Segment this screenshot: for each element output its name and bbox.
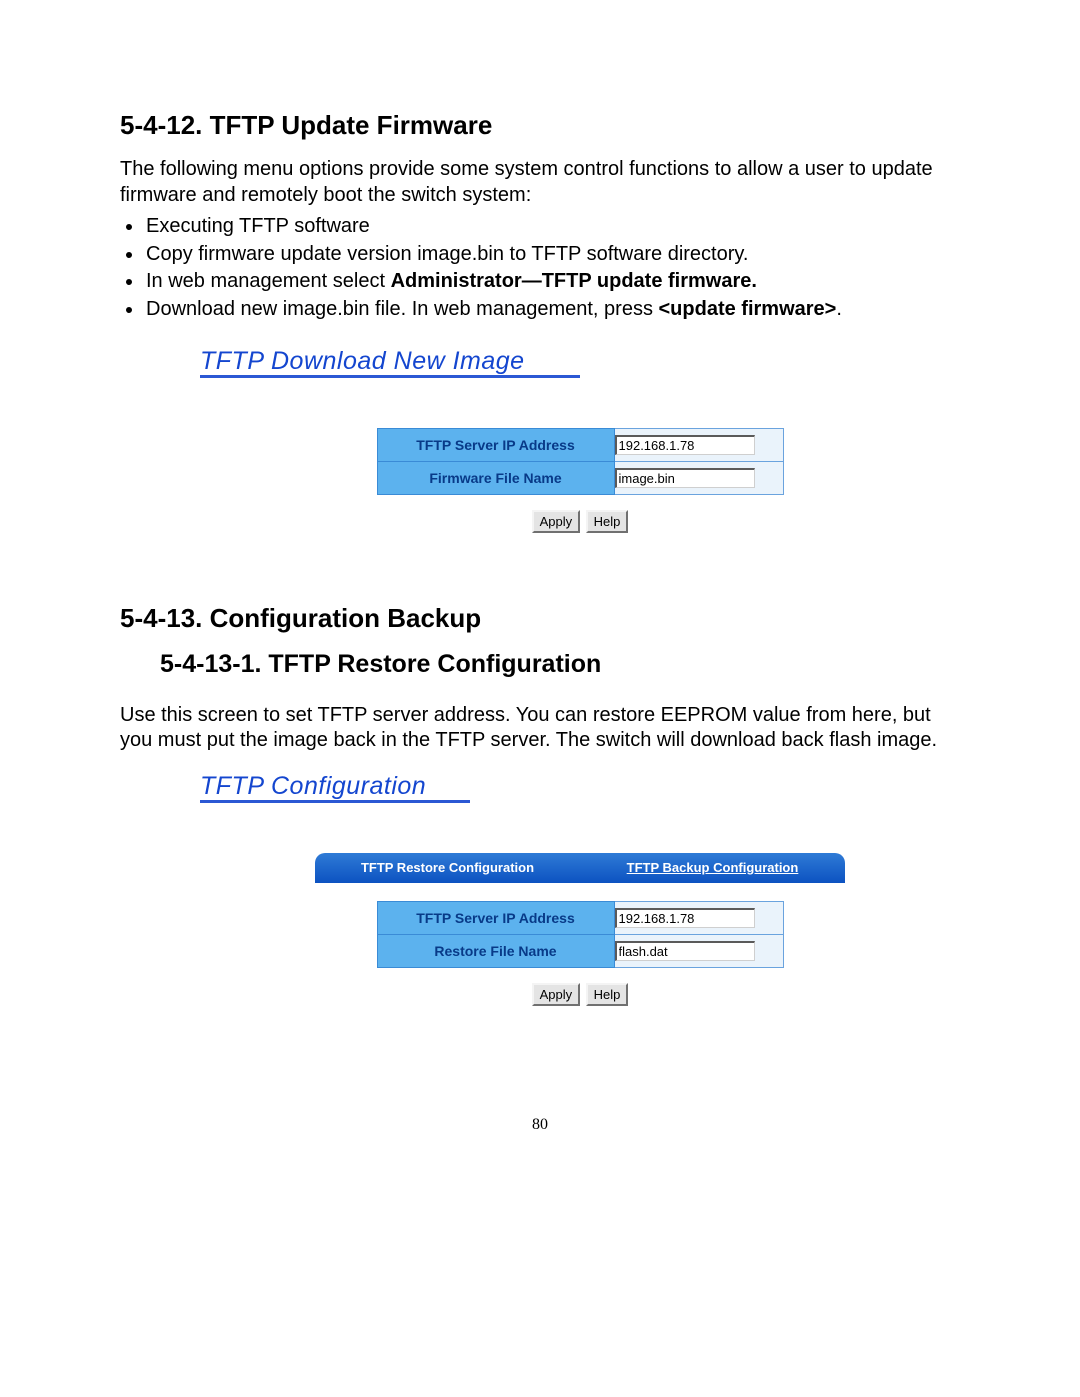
tftp-download-panel: TFTP Download New Image TFTP Server IP A… [200, 347, 960, 533]
tftp-download-form: TFTP Server IP Address Firmware File Nam… [377, 428, 784, 495]
bullet-item: Download new image.bin file. In web mana… [144, 297, 960, 323]
bullet-item: In web management select Administrator—T… [144, 269, 960, 295]
input-firmware-file[interactable] [615, 468, 755, 488]
help-button[interactable]: Help [586, 983, 629, 1006]
title-rule [200, 800, 470, 803]
apply-button[interactable]: Apply [532, 983, 581, 1006]
bullet-item: Copy firmware update version image.bin t… [144, 242, 960, 268]
tab-backup[interactable]: TFTP Backup Configuration [580, 853, 845, 883]
panel-title: TFTP Download New Image [200, 347, 525, 378]
bullet-strong: <update firmware> [659, 298, 837, 320]
input-server-ip[interactable] [615, 908, 755, 928]
label-restore-file: Restore File Name [377, 934, 614, 967]
page-number: 80 [120, 1116, 960, 1134]
heading-5-4-12: 5-4-12. TFTP Update Firmware [120, 110, 960, 141]
cell-firmware-file [614, 461, 783, 494]
label-server-ip: TFTP Server IP Address [377, 428, 614, 461]
tftp-restore-form: TFTP Server IP Address Restore File Name [377, 901, 784, 968]
input-restore-file[interactable] [615, 941, 755, 961]
section1-intro: The following menu options provide some … [120, 157, 960, 208]
help-button[interactable]: Help [586, 510, 629, 533]
cell-server-ip [614, 901, 783, 934]
input-server-ip[interactable] [615, 435, 755, 455]
tftp-config-panel: TFTP Configuration TFTP Restore Configur… [200, 772, 960, 1006]
panel-title: TFTP Configuration [200, 772, 426, 803]
section1-bullets: Executing TFTP software Copy firmware up… [144, 214, 960, 322]
tab-restore[interactable]: TFTP Restore Configuration [315, 853, 580, 883]
bullet-text: . [836, 298, 842, 320]
bullet-text: In web management select [146, 270, 391, 292]
heading-5-4-13: 5-4-13. Configuration Backup [120, 603, 960, 634]
apply-button[interactable]: Apply [532, 510, 581, 533]
title-rule [200, 375, 580, 378]
config-tabs: TFTP Restore Configuration TFTP Backup C… [315, 853, 845, 883]
cell-restore-file [614, 934, 783, 967]
label-firmware-file: Firmware File Name [377, 461, 614, 494]
heading-5-4-13-1: 5-4-13-1. TFTP Restore Configuration [160, 650, 960, 679]
button-row: Apply Help [375, 509, 785, 533]
cell-server-ip [614, 428, 783, 461]
bullet-text: Download new image.bin file. In web mana… [146, 298, 659, 320]
button-row: Apply Help [375, 982, 785, 1006]
bullet-item: Executing TFTP software [144, 214, 960, 240]
section2-body: Use this screen to set TFTP server addre… [120, 703, 960, 754]
bullet-strong: Administrator—TFTP update firmware. [391, 270, 757, 292]
label-server-ip: TFTP Server IP Address [377, 901, 614, 934]
